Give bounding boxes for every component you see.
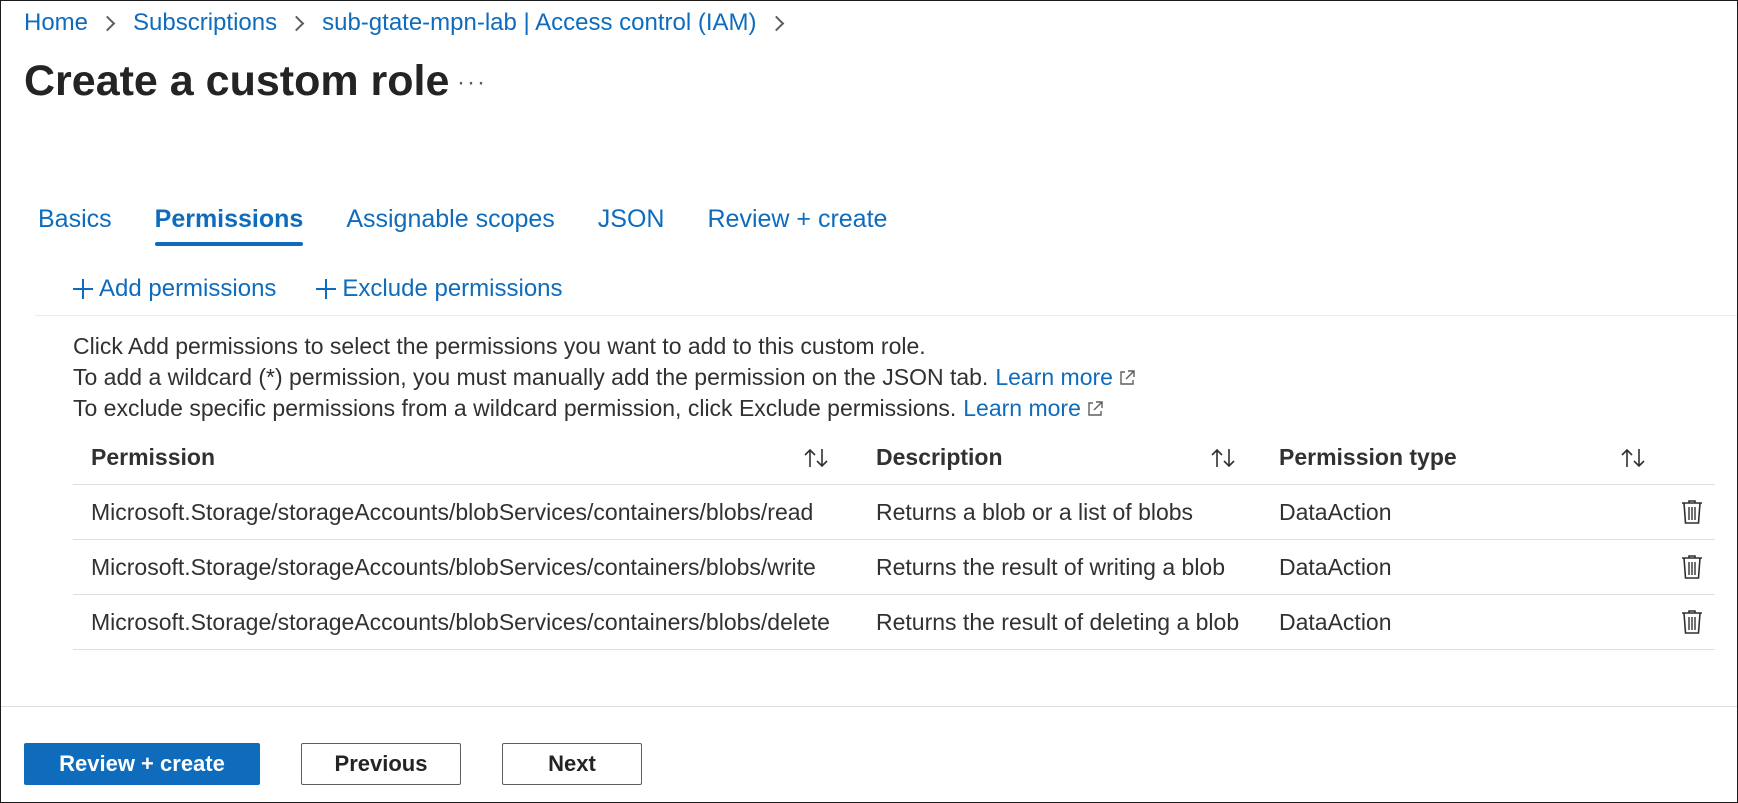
next-button[interactable]: Next [502,743,642,785]
cell-permission: Microsoft.Storage/storageAccounts/blobSe… [91,608,830,635]
breadcrumb-subscriptions[interactable]: Subscriptions [133,9,277,37]
info-text: Click Add permissions to select the perm… [73,331,1136,424]
cell-description: Returns a blob or a list of blobs [876,498,1194,525]
footer-divider [1,706,1737,707]
chevron-right-icon [288,15,305,31]
more-options-button[interactable]: ··· [457,69,487,97]
cell-description: Returns the result of writing a blob [876,553,1226,580]
command-bar-divider [35,315,1737,316]
learn-more-label: Learn more [963,395,1081,421]
table-row: Microsoft.Storage/storageAccounts/blobSe… [73,595,1715,650]
tab-review-create[interactable]: Review + create [707,205,887,244]
tab-basics[interactable]: Basics [38,205,112,244]
info-line-2-text: To add a wildcard (*) permission, you mu… [73,364,989,390]
add-permissions-label: Add permissions [99,275,277,302]
delete-row-button[interactable] [1655,499,1715,525]
table-row: Microsoft.Storage/storageAccounts/blobSe… [73,485,1715,540]
chevron-right-icon [99,15,116,31]
add-permissions-button[interactable]: Add permissions [73,275,276,303]
tab-permissions[interactable]: Permissions [154,205,303,246]
sort-icon[interactable] [802,447,830,469]
trash-icon [1682,555,1702,579]
cell-permission-type: DataAction [1279,608,1392,635]
column-header-permission[interactable]: Permission [73,444,858,471]
cell-permission: Microsoft.Storage/storageAccounts/blobSe… [91,553,816,580]
external-link-icon [1088,400,1103,416]
plus-icon [73,279,93,299]
exclude-permissions-label: Exclude permissions [342,275,563,302]
trash-icon [1682,610,1702,634]
exclude-permissions-button[interactable]: Exclude permissions [316,275,563,303]
tab-json[interactable]: JSON [598,205,665,244]
table-header: Permission Description Permission type [73,431,1715,485]
column-header-permission-type[interactable]: Permission type [1261,444,1715,471]
wizard-tabs: Basics Permissions Assignable scopes JSO… [38,205,930,246]
column-header-label: Permission [91,444,215,470]
cell-description: Returns the result of deleting a blob [876,608,1240,635]
breadcrumb: Home Subscriptions sub-gtate-mpn-lab | A… [24,9,802,37]
info-line-1-text: Click Add permissions to select the perm… [73,333,926,359]
plus-icon [316,279,337,299]
tab-assignable-scopes[interactable]: Assignable scopes [346,205,554,244]
learn-more-link-exclude[interactable]: Learn more [963,393,1104,424]
table-row: Microsoft.Storage/storageAccounts/blobSe… [73,540,1715,595]
page-title: Create a custom role [24,57,450,105]
breadcrumb-access-control[interactable]: sub-gtate-mpn-lab | Access control (IAM) [322,9,756,37]
sort-icon[interactable] [1619,447,1647,469]
column-header-label: Permission type [1279,444,1457,470]
info-line-3: To exclude specific permissions from a w… [73,393,1136,424]
command-bar: Add permissions Exclude permissions [73,275,603,303]
create-custom-role-page: Home Subscriptions sub-gtate-mpn-lab | A… [0,0,1738,803]
chevron-right-icon [768,15,784,31]
sort-icon[interactable] [1209,447,1237,469]
info-line-2: To add a wildcard (*) permission, you mu… [73,362,1136,393]
trash-icon [1682,500,1702,524]
info-line-3-text: To exclude specific permissions from a w… [73,395,957,421]
delete-row-button[interactable] [1655,609,1715,635]
info-line-1: Click Add permissions to select the perm… [73,331,1136,362]
breadcrumb-home[interactable]: Home [24,9,88,37]
review-create-button[interactable]: Review + create [24,743,260,785]
learn-more-label: Learn more [995,364,1113,390]
cell-permission-type: DataAction [1279,553,1392,580]
previous-button[interactable]: Previous [301,743,461,785]
external-link-icon [1120,369,1135,385]
learn-more-link-json[interactable]: Learn more [995,362,1136,393]
column-header-label: Description [876,444,1003,470]
column-header-description[interactable]: Description [858,444,1261,471]
permissions-table: Permission Description Permission type M… [73,431,1715,650]
cell-permission: Microsoft.Storage/storageAccounts/blobSe… [91,498,814,525]
cell-permission-type: DataAction [1279,498,1392,525]
delete-row-button[interactable] [1655,554,1715,580]
